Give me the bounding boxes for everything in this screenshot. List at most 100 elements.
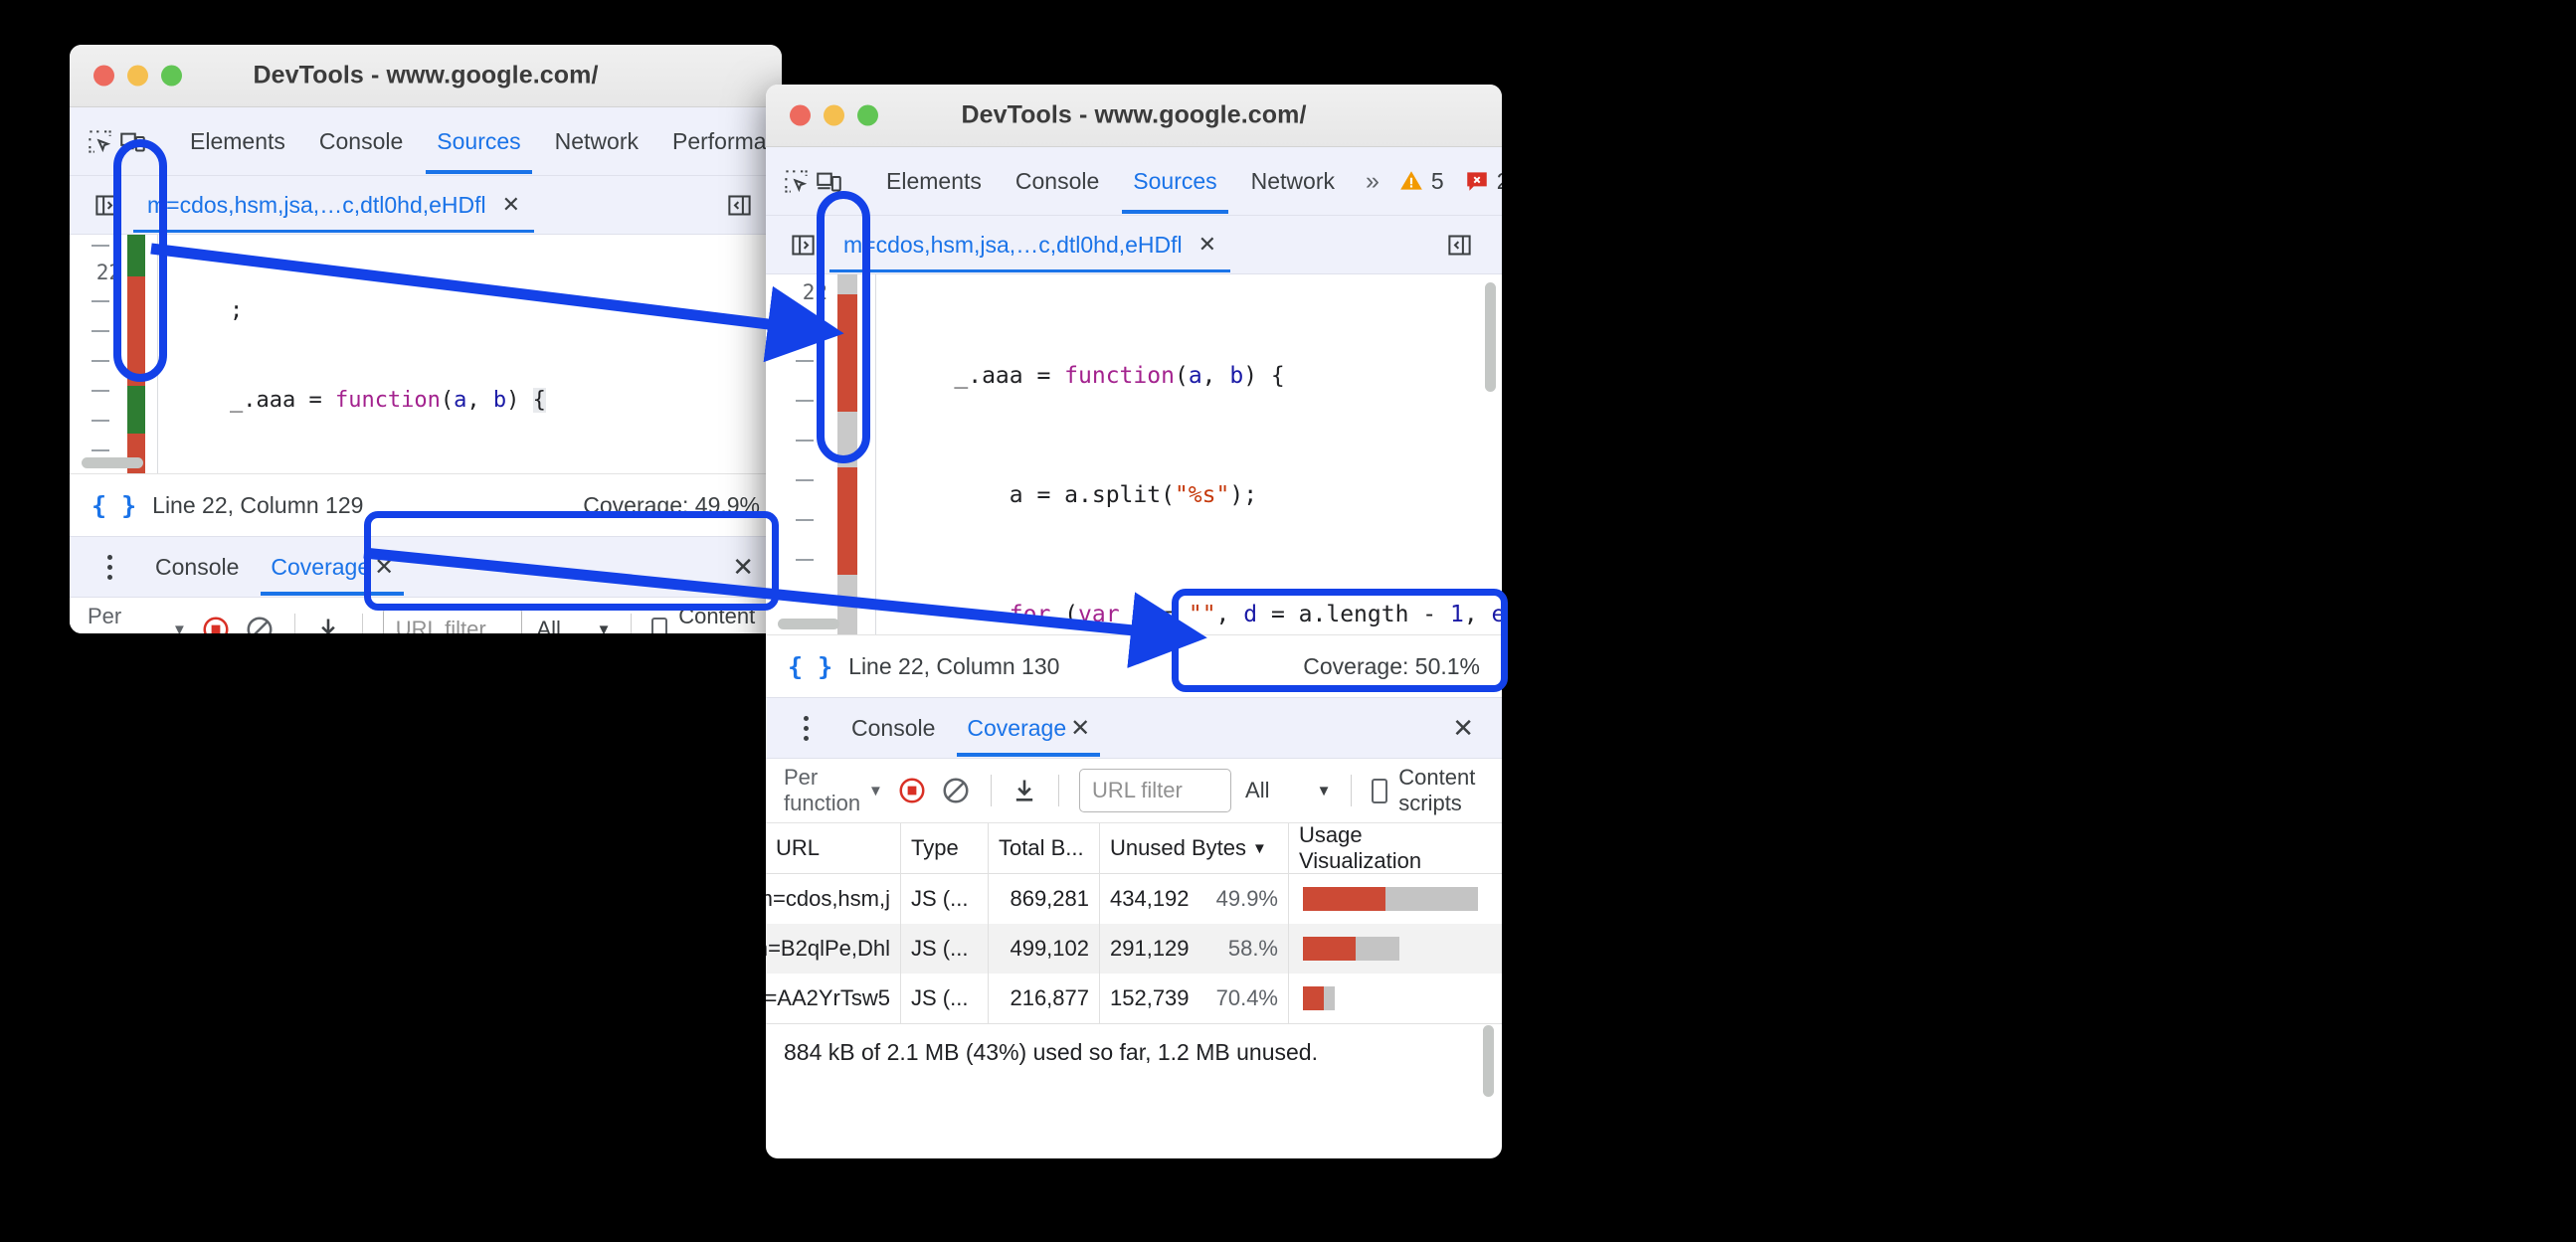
show-navigator-icon[interactable] <box>782 224 824 266</box>
cell-total-bytes: 216,877 <box>989 974 1100 1023</box>
export-download-icon[interactable] <box>1011 770 1038 811</box>
table-row[interactable]: /m=cdos,hsm,j JS (... 869,281 434,192 49… <box>766 874 1502 924</box>
content-scripts-checkbox[interactable]: Content scripts <box>1371 765 1484 816</box>
file-tab-active[interactable]: m=cdos,hsm,jsa,…c,dtl0hd,eHDfl ✕ <box>829 217 1231 272</box>
inspect-element-icon[interactable] <box>87 118 113 164</box>
device-toolbar-icon[interactable] <box>119 118 146 164</box>
tab-console[interactable]: Console <box>999 148 1116 214</box>
column-unused-bytes[interactable]: Unused Bytes ▼ <box>1100 823 1289 873</box>
drawer-more-options-icon[interactable] <box>90 554 129 580</box>
warning-count-badge[interactable]: 5 <box>1390 168 1452 195</box>
tab-sources[interactable]: Sources <box>1116 148 1233 214</box>
url-filter-input[interactable]: URL filter <box>1078 769 1232 812</box>
window-1-titlebar[interactable]: DevTools - www.google.com/ <box>70 45 782 107</box>
column-url[interactable]: URL <box>766 823 901 873</box>
file-tab-label: m=cdos,hsm,jsa,…c,dtl0hd,eHDfl <box>843 231 1183 258</box>
content-scripts-label: Content scripts <box>678 604 756 633</box>
coverage-table-scrollbar[interactable] <box>1483 1025 1494 1097</box>
type-filter-select[interactable]: All ▼ <box>1245 778 1331 803</box>
window-2-file-tabbar[interactable]: m=cdos,hsm,jsa,…c,dtl0hd,eHDfl ✕ <box>766 216 1502 274</box>
table-row[interactable]: /rs=AA2YrTsw5 JS (... 216,877 152,739 70… <box>766 974 1502 1023</box>
tab-elements[interactable]: Elements <box>173 108 302 174</box>
devtools-window-2[interactable]: DevTools - www.google.com/ Elements Cons… <box>766 85 1502 1158</box>
clear-all-icon[interactable] <box>941 770 971 811</box>
window-2-coverage-toolbar[interactable]: Per function ▼ URL filter All ▼ Content … <box>766 759 1502 823</box>
code-content[interactable]: _.aaa = function(a, b) { a = a.split("%s… <box>899 276 1502 634</box>
window-1-code-editor[interactable]: 22 ; _.aaa = function(a, b) { a = a.spli… <box>70 235 782 473</box>
table-header-row: URL Type Total B... Unused Bytes ▼ Usage… <box>766 822 1502 874</box>
cell-type: JS (... <box>901 974 989 1023</box>
editor-vertical-scrollbar[interactable] <box>1485 282 1496 392</box>
chevron-down-icon: ▼ <box>172 621 187 634</box>
close-icon[interactable]: ✕ <box>502 194 520 216</box>
close-icon[interactable]: ✕ <box>1070 714 1090 743</box>
pretty-print-braces-icon[interactable]: { } <box>92 491 136 520</box>
coverage-mode-label: Per function <box>88 604 164 633</box>
editor-horizontal-scrollbar[interactable] <box>82 457 143 468</box>
error-count-badge[interactable]: 2 <box>1456 168 1502 195</box>
table-row[interactable]: /m=B2qlPe,Dhl JS (... 499,102 291,129 58… <box>766 924 1502 974</box>
window-2-titlebar[interactable]: DevTools - www.google.com/ <box>766 85 1502 147</box>
window-2-coverage-table[interactable]: URL Type Total B... Unused Bytes ▼ Usage… <box>766 822 1502 1080</box>
export-download-icon[interactable] <box>314 609 342 633</box>
drawer-tab-coverage[interactable]: Coverage ✕ <box>951 699 1106 757</box>
column-total-bytes[interactable]: Total B... <box>989 823 1100 873</box>
devtools-window-1[interactable]: DevTools - www.google.com/ Elements Cons… <box>70 45 782 633</box>
content-scripts-checkbox[interactable]: Content scripts <box>650 604 764 633</box>
tab-performance[interactable]: Performance <box>655 108 782 174</box>
drawer-tab-coverage-label: Coverage <box>271 553 371 580</box>
url-filter-input[interactable]: URL filter <box>382 608 523 633</box>
checkbox-icon[interactable] <box>1371 778 1388 803</box>
coverage-mode-select[interactable]: Per function ▼ <box>88 604 187 633</box>
drawer-more-options-icon[interactable] <box>786 715 826 741</box>
window-2-drawer-tabs[interactable]: Console Coverage ✕ ✕ <box>766 698 1502 759</box>
collapse-sidebar-icon[interactable] <box>1438 224 1486 266</box>
close-icon[interactable]: ✕ <box>1198 234 1216 256</box>
coverage-gutter-bar <box>127 235 145 473</box>
column-type[interactable]: Type <box>901 823 989 873</box>
file-tab-active[interactable]: m=cdos,hsm,jsa,…c,dtl0hd,eHDfl ✕ <box>133 177 535 233</box>
close-drawer-icon[interactable]: ✕ <box>1452 713 1492 744</box>
window-2-code-editor[interactable]: 22 _.aaa = function(a, b) { a = a.split(… <box>766 274 1502 634</box>
window-1-title: DevTools - www.google.com/ <box>253 61 599 89</box>
window-1-coverage-toolbar[interactable]: Per function ▼ URL filter All ▼ Content … <box>70 598 782 633</box>
drawer-tab-console[interactable]: Console <box>835 699 951 757</box>
cell-unused-bytes: 291,129 58.% <box>1100 924 1289 974</box>
cell-url: /m=B2qlPe,Dhl <box>766 924 901 974</box>
record-stop-icon[interactable] <box>201 609 231 633</box>
checkbox-icon[interactable] <box>650 617 668 633</box>
window-1-file-tabbar[interactable]: m=cdos,hsm,jsa,…c,dtl0hd,eHDfl ✕ <box>70 176 782 235</box>
tab-network[interactable]: Network <box>1234 148 1352 214</box>
tab-network[interactable]: Network <box>538 108 655 174</box>
window-1-drawer-tabs[interactable]: Console Coverage ✕ ✕ <box>70 537 782 598</box>
device-toolbar-icon[interactable] <box>816 158 842 204</box>
collapse-sidebar-icon[interactable] <box>718 184 766 226</box>
toolbar-divider <box>990 775 992 806</box>
editor-gutter: 22 <box>766 274 883 634</box>
tab-sources[interactable]: Sources <box>420 108 537 174</box>
cell-unused-value: 291,129 <box>1110 936 1190 961</box>
code-line: for (var c = "", d = a.length - 1, e = 0… <box>1009 602 1502 627</box>
window-1-panel-tabbar[interactable]: Elements Console Sources Network Perform… <box>70 107 782 176</box>
tab-elements[interactable]: Elements <box>869 148 999 214</box>
window-2-statusbar: { } Line 22, Column 130 Coverage: 50.1% <box>766 634 1502 698</box>
drawer-tab-console[interactable]: Console <box>139 538 255 596</box>
chevron-double-right-icon[interactable]: » <box>1352 167 1390 196</box>
tab-console[interactable]: Console <box>302 108 420 174</box>
editor-horizontal-scrollbar[interactable] <box>778 619 839 629</box>
clear-all-icon[interactable] <box>245 609 275 633</box>
record-stop-icon[interactable] <box>897 770 927 811</box>
type-filter-select[interactable]: All ▼ <box>536 617 611 633</box>
pretty-print-braces-icon[interactable]: { } <box>788 652 832 681</box>
show-navigator-icon[interactable] <box>86 184 127 226</box>
column-usage-visualization[interactable]: Usage Visualization <box>1289 822 1488 873</box>
warning-triangle-icon <box>1400 171 1422 190</box>
coverage-mode-select[interactable]: Per function ▼ <box>784 765 883 816</box>
drawer-tab-coverage[interactable]: Coverage ✕ <box>255 538 410 596</box>
window-2-panel-tabbar[interactable]: Elements Console Sources Network » 5 2 <box>766 147 1502 216</box>
code-content[interactable]: ; _.aaa = function(a, b) { a = a.split("… <box>177 237 782 473</box>
url-filter-placeholder: URL filter <box>395 617 486 633</box>
inspect-element-icon[interactable] <box>783 158 810 204</box>
cursor-position: Line 22, Column 129 <box>152 491 364 518</box>
close-icon[interactable]: ✕ <box>374 553 394 582</box>
